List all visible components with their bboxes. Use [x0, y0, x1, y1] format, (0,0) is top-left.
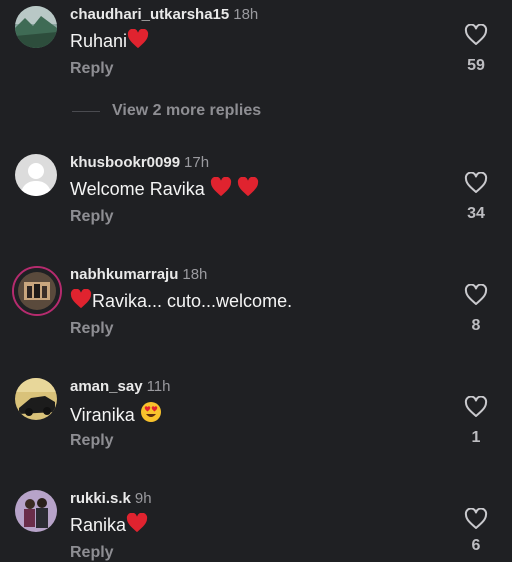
username[interactable]: chaudhari_utkarsha15 18h	[70, 6, 258, 23]
comment-text: Welcome Ravika	[70, 176, 259, 202]
timestamp: 18h	[233, 6, 259, 23]
username[interactable]: khusbookr0099 17h	[70, 154, 209, 171]
comment-text: Viranika	[70, 401, 162, 428]
red-heart-emoji-icon	[70, 288, 92, 314]
avatar[interactable]	[12, 266, 62, 316]
like-count: 8	[471, 317, 481, 334]
comment-text: Ruhani	[70, 28, 149, 54]
like-count: 1	[471, 429, 481, 446]
heart-outline-icon	[464, 24, 488, 45]
red-heart-emoji-icon	[237, 176, 259, 202]
heart-eyes-emoji-icon	[140, 401, 162, 428]
like-count: 59	[467, 57, 485, 74]
reply-button[interactable]: Reply	[70, 208, 114, 226]
avatar[interactable]	[15, 154, 57, 196]
heart-outline-icon	[464, 508, 488, 529]
avatar[interactable]	[15, 490, 57, 532]
timestamp: 11h	[146, 378, 171, 395]
avatar[interactable]	[15, 6, 57, 48]
avatar[interactable]	[15, 378, 57, 420]
like-button[interactable]	[462, 172, 490, 194]
heart-outline-icon	[464, 284, 488, 305]
heart-outline-icon	[464, 172, 488, 193]
username[interactable]: nabhkumarraju 18h	[70, 266, 207, 283]
red-heart-emoji-icon	[127, 28, 149, 54]
like-count: 6	[471, 537, 481, 554]
reply-button[interactable]: Reply	[70, 60, 114, 78]
username[interactable]: aman_say 11h	[70, 378, 170, 395]
heart-outline-icon	[464, 396, 488, 417]
view-more-replies-button[interactable]: View 2 more replies	[72, 102, 332, 122]
like-button[interactable]	[462, 24, 490, 46]
like-count: 34	[467, 205, 485, 222]
red-heart-emoji-icon	[210, 176, 232, 202]
timestamp: 18h	[182, 266, 208, 283]
timestamp: 17h	[184, 154, 210, 171]
like-button[interactable]	[462, 396, 490, 418]
red-heart-emoji-icon	[126, 512, 148, 538]
reply-button[interactable]: Reply	[70, 544, 114, 562]
reply-button[interactable]: Reply	[70, 432, 114, 450]
thread-line	[72, 111, 100, 112]
comment-text: Ranika	[70, 512, 148, 538]
view-more-replies-label[interactable]: View 2 more replies	[112, 102, 261, 120]
like-button[interactable]	[462, 284, 490, 306]
username[interactable]: rukki.s.k 9h	[70, 490, 152, 507]
comment-text: Ravika... cuto...welcome.	[70, 288, 292, 314]
reply-button[interactable]: Reply	[70, 320, 114, 338]
timestamp: 9h	[134, 490, 152, 507]
like-button[interactable]	[462, 508, 490, 530]
